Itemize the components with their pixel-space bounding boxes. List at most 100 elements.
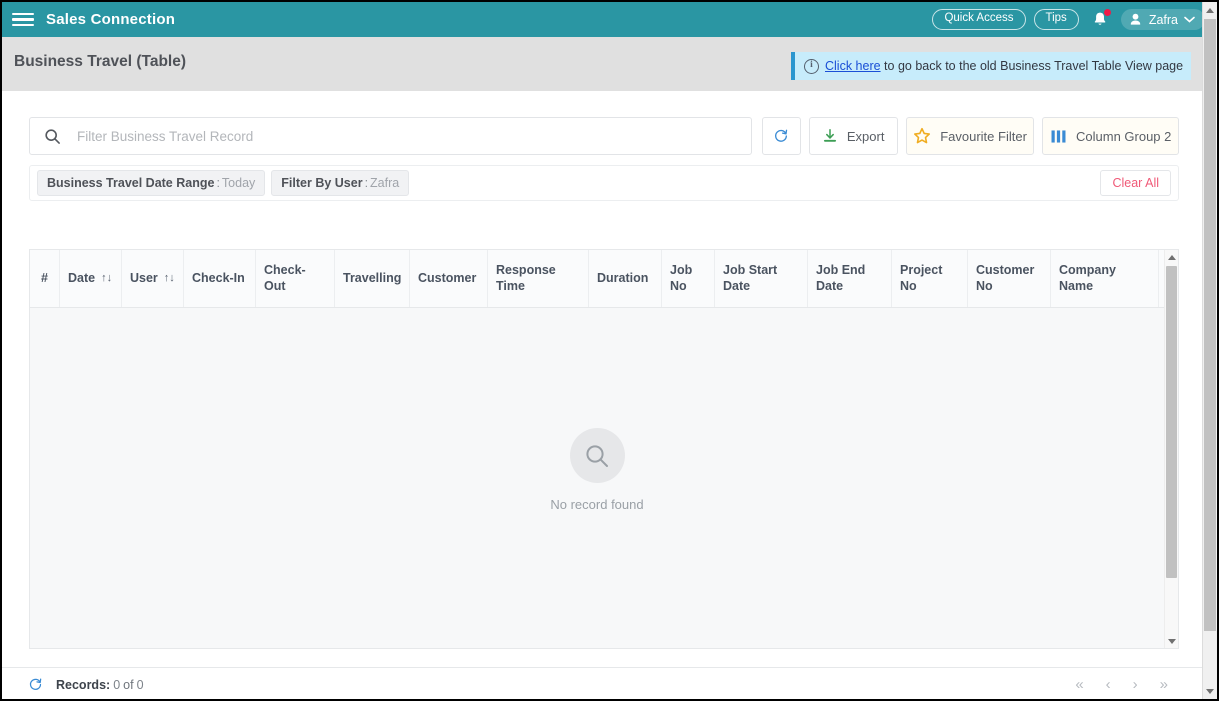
previous-page-button[interactable]: ‹ bbox=[1106, 677, 1111, 692]
export-button[interactable]: Export bbox=[808, 117, 898, 155]
star-icon bbox=[914, 127, 931, 144]
table-header-row: # Date ↑↓ User ↑↓ Check-In Check-Out Travelling… bbox=[30, 250, 1178, 308]
table-header-label: Duration bbox=[597, 270, 649, 285]
sort-toggle-icon[interactable]: ↑↓ bbox=[164, 272, 175, 286]
records-total: 0 bbox=[136, 677, 144, 692]
user-menu[interactable]: Zafra bbox=[1120, 9, 1205, 30]
hamburger-bar bbox=[12, 18, 34, 21]
table-header-label: Customer bbox=[418, 270, 477, 285]
table-header-cell[interactable]: Date ↑↓ bbox=[60, 250, 122, 307]
page-scroll-up-arrow-icon[interactable] bbox=[1203, 2, 1217, 18]
app-window: Sales Connection Quick Access Tips Zafra bbox=[0, 0, 1219, 701]
table-header-cell[interactable]: Job Start Date bbox=[715, 250, 808, 307]
table-header-cell[interactable]: Project No bbox=[892, 250, 968, 307]
hamburger-bar bbox=[12, 23, 34, 27]
filter-chip-user[interactable]: Filter By User: Zafra bbox=[271, 170, 410, 196]
table-header-label: Travelling bbox=[343, 270, 402, 285]
top-navigation-bar: Sales Connection Quick Access Tips Zafra bbox=[2, 2, 1217, 37]
table-header-label: Company Name bbox=[1059, 262, 1116, 293]
table-body: No record found bbox=[30, 308, 1178, 648]
chip-separator: : bbox=[364, 176, 369, 190]
table-header-cell[interactable]: Company Name bbox=[1051, 250, 1159, 307]
sort-toggle-icon[interactable]: ↑↓ bbox=[101, 272, 112, 286]
chevron-down-icon bbox=[1184, 16, 1195, 23]
table-header-label: Date bbox=[68, 270, 96, 285]
table-header-cell[interactable]: Job No bbox=[662, 250, 715, 307]
table-header-label: Customer No bbox=[976, 262, 1035, 293]
notification-badge-dot bbox=[1103, 8, 1111, 16]
scroll-up-arrow-icon[interactable] bbox=[1165, 250, 1178, 264]
chip-label: Filter By User bbox=[281, 176, 363, 190]
table-header-label: Job Start Date bbox=[723, 262, 778, 293]
chip-value: Today bbox=[221, 176, 256, 190]
clear-all-button[interactable]: Clear All bbox=[1100, 170, 1171, 196]
table-header-cell[interactable]: User ↑↓ bbox=[122, 250, 184, 307]
table-header-cell[interactable]: Travelling bbox=[335, 250, 410, 307]
first-page-button[interactable]: « bbox=[1075, 677, 1083, 692]
search-icon bbox=[586, 444, 608, 467]
table-header-label: Check-Out bbox=[264, 262, 306, 293]
next-page-button[interactable]: › bbox=[1133, 677, 1138, 692]
pagination-controls: « ‹ › » bbox=[1075, 677, 1180, 692]
triangle-down-glyph bbox=[1167, 638, 1176, 644]
active-filters-row: Business Travel Date Range: Today Filter … bbox=[29, 165, 1179, 201]
table-header-cell[interactable]: Response Time bbox=[488, 250, 589, 307]
table-header-cell[interactable]: Job End Date bbox=[808, 250, 892, 307]
table-header-cell[interactable]: Customer bbox=[410, 250, 488, 307]
records-refresh-button[interactable] bbox=[28, 677, 43, 692]
table-header-label: Response Time bbox=[496, 262, 556, 293]
search-icon bbox=[45, 128, 60, 144]
user-avatar-icon bbox=[1130, 13, 1140, 25]
table-header-label: User bbox=[130, 270, 158, 285]
scroll-down-arrow-icon[interactable] bbox=[1165, 634, 1178, 648]
records-count: 0 bbox=[113, 677, 121, 692]
table-header-cell[interactable]: Check-Out bbox=[256, 250, 335, 307]
refresh-button[interactable] bbox=[762, 117, 801, 155]
banner-rest-text: to go back to the old Business Travel Ta… bbox=[880, 59, 1184, 73]
quick-access-button[interactable]: Quick Access bbox=[932, 9, 1026, 30]
page-scroll-down-arrow-icon[interactable] bbox=[1203, 683, 1217, 699]
chip-separator: : bbox=[216, 176, 220, 190]
filter-toolbar: Export Favourite Filter Column Group 2 bbox=[29, 117, 1179, 155]
table-scrollbar-thumb[interactable] bbox=[1166, 266, 1177, 578]
main-content: Export Favourite Filter Column Group 2 bbox=[2, 91, 1202, 699]
filter-chip-date-range[interactable]: Business Travel Date Range: Today bbox=[37, 170, 266, 196]
table-header-cell[interactable]: # bbox=[30, 250, 60, 307]
last-page-button[interactable]: » bbox=[1160, 677, 1168, 692]
column-group-label: Column Group 2 bbox=[1076, 128, 1172, 144]
banner-text: Click here to go back to the old Busines… bbox=[825, 59, 1183, 73]
legacy-view-link[interactable]: Click here bbox=[825, 59, 881, 73]
favourite-filter-button[interactable]: Favourite Filter bbox=[905, 117, 1035, 155]
table-header-cell[interactable]: Duration bbox=[589, 250, 662, 307]
table-header-label: Project No bbox=[900, 262, 943, 293]
search-input[interactable] bbox=[75, 127, 716, 145]
table-header-cell[interactable]: Customer No bbox=[968, 250, 1051, 307]
refresh-icon bbox=[775, 129, 788, 142]
app-title: Sales Connection bbox=[46, 11, 176, 28]
table-header-cell[interactable]: Check-In bbox=[184, 250, 256, 307]
download-icon bbox=[823, 129, 836, 142]
empty-state-text: No record found bbox=[550, 497, 644, 512]
columns-icon bbox=[1051, 129, 1066, 143]
chip-label: Business Travel Date Range bbox=[47, 176, 215, 190]
page-scrollbar-thumb[interactable] bbox=[1204, 19, 1216, 631]
triangle-up-glyph bbox=[1206, 7, 1214, 13]
table-footer: Records: 0 of 0 « ‹ › » bbox=[2, 667, 1202, 699]
info-circle-icon: i bbox=[804, 58, 819, 74]
records-of-label: of bbox=[123, 677, 134, 692]
table-header-label: Job End Date bbox=[816, 262, 866, 293]
triangle-down-glyph bbox=[1206, 688, 1214, 694]
notification-bell-icon[interactable] bbox=[1089, 8, 1111, 31]
table-vertical-scrollbar[interactable] bbox=[1164, 250, 1178, 648]
table-header-label: Check-In bbox=[192, 270, 245, 285]
page-vertical-scrollbar[interactable] bbox=[1202, 2, 1217, 699]
user-name-label: Zafra bbox=[1148, 12, 1178, 27]
records-count-text: Records: 0 of 0 bbox=[56, 678, 147, 692]
tips-button[interactable]: Tips bbox=[1033, 9, 1079, 30]
empty-state: No record found bbox=[30, 428, 1164, 512]
table-header-label: # bbox=[41, 270, 48, 285]
search-field-container[interactable] bbox=[29, 117, 752, 155]
hamburger-menu-icon[interactable] bbox=[12, 11, 34, 29]
column-group-button[interactable]: Column Group 2 bbox=[1042, 117, 1179, 155]
refresh-icon bbox=[29, 678, 42, 690]
